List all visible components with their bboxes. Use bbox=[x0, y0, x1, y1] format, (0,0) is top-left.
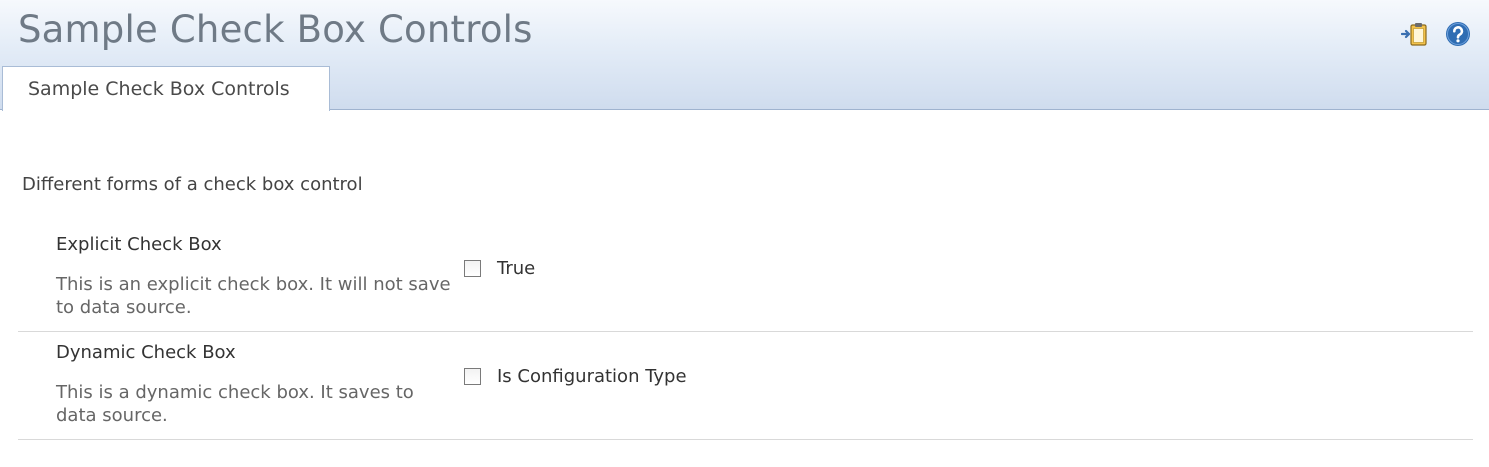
page-title: Sample Check Box Controls bbox=[18, 8, 533, 51]
checkbox-label[interactable]: True bbox=[497, 258, 535, 279]
tab-sample-check-box-controls[interactable]: Sample Check Box Controls bbox=[2, 66, 330, 111]
checkbox-box[interactable] bbox=[464, 260, 481, 277]
add-to-clipboard-icon[interactable] bbox=[1401, 20, 1429, 48]
field-help-text: This is an explicit check box. It will n… bbox=[56, 274, 451, 318]
field-help-text: This is a dynamic check box. It saves to… bbox=[56, 382, 414, 426]
page-header: Sample Check Box Controls Sample Check B… bbox=[0, 0, 1489, 111]
tab-label: Sample Check Box Controls bbox=[28, 78, 290, 100]
checkbox-label[interactable]: Is Configuration Type bbox=[497, 366, 687, 387]
field-row-explicit-check-box: Explicit Check Box This is an explicit c… bbox=[18, 226, 1473, 332]
help-icon[interactable] bbox=[1445, 21, 1471, 47]
explicit-checkbox[interactable]: True bbox=[464, 258, 535, 279]
field-label: Explicit Check Box bbox=[56, 234, 222, 255]
checkbox-box[interactable] bbox=[464, 368, 481, 385]
header-toolbar bbox=[1401, 20, 1471, 48]
field-label: Dynamic Check Box bbox=[56, 342, 236, 363]
dynamic-checkbox[interactable]: Is Configuration Type bbox=[464, 366, 687, 387]
field-row-dynamic-check-box: Dynamic Check Box This is a dynamic chec… bbox=[18, 332, 1473, 440]
section-description: Different forms of a check box control bbox=[22, 174, 363, 195]
